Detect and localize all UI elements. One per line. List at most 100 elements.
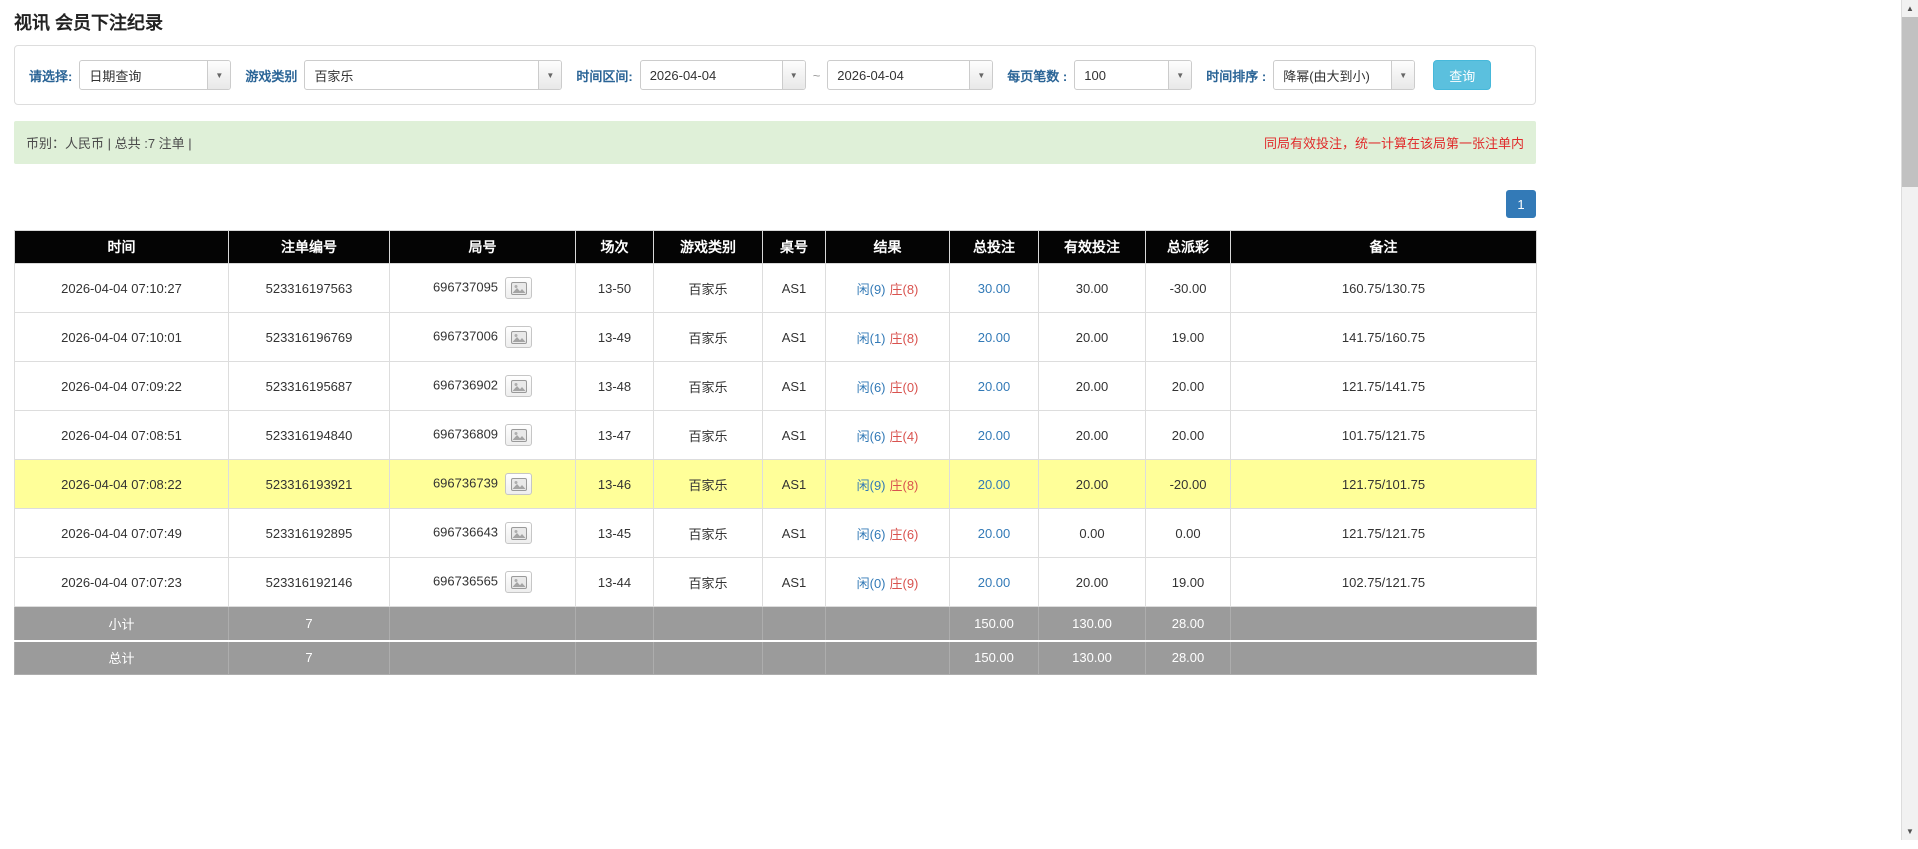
picture-icon (511, 380, 527, 393)
cell-total-bet: 20.00 (950, 313, 1039, 362)
chevron-down-icon[interactable]: ▼ (207, 61, 230, 89)
cell-result: 闲(6)庄(6) (826, 509, 950, 558)
picture-icon (511, 282, 527, 295)
subtotal-row: 小计 7 150.00 130.00 28.00 (15, 607, 1537, 641)
round-picture-button[interactable] (505, 424, 532, 446)
header-note: 备注 (1231, 231, 1537, 264)
cell-round: 696736809 (390, 411, 576, 460)
scrollbar-thumb[interactable] (1902, 17, 1918, 187)
cell-game-type: 百家乐 (654, 362, 763, 411)
page-size-value: 100 (1075, 61, 1168, 89)
cell-result: 闲(9)庄(8) (826, 264, 950, 313)
total-bet-link[interactable]: 20.00 (978, 575, 1011, 590)
chevron-down-icon[interactable]: ▼ (1168, 61, 1191, 89)
query-button[interactable]: 查询 (1433, 60, 1491, 90)
cell-note: 121.75/121.75 (1231, 509, 1537, 558)
range-separator: ~ (813, 68, 821, 83)
sort-order-label: 时间排序 : (1206, 66, 1266, 85)
scroll-up-icon[interactable]: ▲ (1902, 0, 1918, 17)
subtotal-empty-cell (763, 607, 826, 641)
header-round: 局号 (390, 231, 576, 264)
sort-order-value: 降幂(由大到小) (1274, 61, 1391, 89)
cell-table-no: AS1 (763, 509, 826, 558)
total-empty-cell (576, 641, 654, 675)
date-from-select[interactable]: 2026-04-04 ▼ (640, 60, 806, 90)
cell-result: 闲(0)庄(9) (826, 558, 950, 607)
cell-game-type: 百家乐 (654, 264, 763, 313)
result-player: 闲(6) (857, 429, 886, 444)
cell-total-bet: 20.00 (950, 509, 1039, 558)
cell-result: 闲(9) 庄(8) (826, 460, 950, 509)
cell-payout: -20.00 (1146, 460, 1231, 509)
time-range-label: 时间区间: (576, 66, 632, 85)
round-picture-button[interactable] (505, 326, 532, 348)
round-picture-button[interactable] (505, 375, 532, 397)
cell-table-no: AS1 (763, 460, 826, 509)
scroll-down-icon[interactable]: ▼ (1902, 823, 1918, 840)
cell-bet-id: 523316196769 (229, 313, 390, 362)
subtotal-valid-bet: 130.00 (1039, 607, 1146, 641)
total-bet-link[interactable]: 20.00 (978, 477, 1011, 492)
cell-payout: 20.00 (1146, 411, 1231, 460)
cell-game-type: 百家乐 (654, 411, 763, 460)
round-number: 696736902 (433, 377, 498, 392)
cell-session: 13-45 (576, 509, 654, 558)
game-type-select[interactable]: 百家乐 ▼ (304, 60, 562, 90)
cell-valid-bet: 20.00 (1039, 362, 1146, 411)
chevron-down-icon[interactable]: ▼ (538, 61, 561, 89)
table-row: 2026-04-04 07:07:23 523316192146 6967365… (15, 558, 1537, 607)
cell-valid-bet: 20.00 (1039, 558, 1146, 607)
date-to-select[interactable]: 2026-04-04 ▼ (827, 60, 993, 90)
cell-valid-bet: 20.00 (1039, 313, 1146, 362)
round-picture-button[interactable] (505, 277, 532, 299)
total-bet-link[interactable]: 20.00 (978, 428, 1011, 443)
sort-order-group: 时间排序 : 降幂(由大到小) ▼ (1206, 60, 1415, 90)
cell-time: 2026-04-04 07:09:22 (15, 362, 229, 411)
total-row: 总计 7 150.00 130.00 28.00 (15, 641, 1537, 675)
round-number: 696736809 (433, 426, 498, 441)
result-player: 闲(0) (857, 576, 886, 591)
cell-table-no: AS1 (763, 313, 826, 362)
chevron-down-icon[interactable]: ▼ (1391, 61, 1414, 89)
cell-time: 2026-04-04 07:07:49 (15, 509, 229, 558)
cell-session: 13-49 (576, 313, 654, 362)
result-player: 闲(9) (857, 478, 886, 493)
total-total-bet: 150.00 (950, 641, 1039, 675)
round-picture-button[interactable] (505, 571, 532, 593)
total-bet-link[interactable]: 20.00 (978, 526, 1011, 541)
round-picture-button[interactable] (505, 522, 532, 544)
page-size-label: 每页笔数 : (1007, 66, 1067, 85)
query-type-select[interactable]: 日期查询 ▼ (79, 60, 231, 90)
sort-order-select[interactable]: 降幂(由大到小) ▼ (1273, 60, 1415, 90)
cell-session: 13-44 (576, 558, 654, 607)
result-banker: 庄(8) (890, 478, 919, 493)
page-size-select[interactable]: 100 ▼ (1074, 60, 1192, 90)
round-picture-button[interactable] (505, 473, 532, 495)
main-content: 视讯 会员下注纪录 请选择: 日期查询 ▼ 游戏类别 百家乐 ▼ 时间区间: 2… (14, 9, 1536, 675)
cell-payout: 19.00 (1146, 313, 1231, 362)
cell-game-type: 百家乐 (654, 558, 763, 607)
date-to-value: 2026-04-04 (828, 61, 969, 89)
cell-total-bet: 30.00 (950, 264, 1039, 313)
cell-note: 160.75/130.75 (1231, 264, 1537, 313)
page-button-1[interactable]: 1 (1506, 190, 1536, 218)
cell-round: 696737006 (390, 313, 576, 362)
total-bet-link[interactable]: 20.00 (978, 330, 1011, 345)
cell-result: 闲(6)庄(4) (826, 411, 950, 460)
total-empty-cell (1231, 641, 1537, 675)
chevron-down-icon[interactable]: ▼ (782, 61, 805, 89)
total-bet-link[interactable]: 30.00 (978, 281, 1011, 296)
total-bet-link[interactable]: 20.00 (978, 379, 1011, 394)
subtotal-empty-cell (1231, 607, 1537, 641)
records-tbody: 2026-04-04 07:10:27 523316197563 6967370… (15, 264, 1537, 607)
cell-table-no: AS1 (763, 411, 826, 460)
cell-round: 696736565 (390, 558, 576, 607)
page-scrollbar[interactable]: ▲ ▼ (1901, 0, 1918, 840)
total-empty-cell (826, 641, 950, 675)
cell-bet-id: 523316192895 (229, 509, 390, 558)
cell-time: 2026-04-04 07:07:23 (15, 558, 229, 607)
cell-session: 13-46 (576, 460, 654, 509)
chevron-down-icon[interactable]: ▼ (969, 61, 992, 89)
picture-icon (511, 331, 527, 344)
cell-total-bet: 20.00 (950, 362, 1039, 411)
